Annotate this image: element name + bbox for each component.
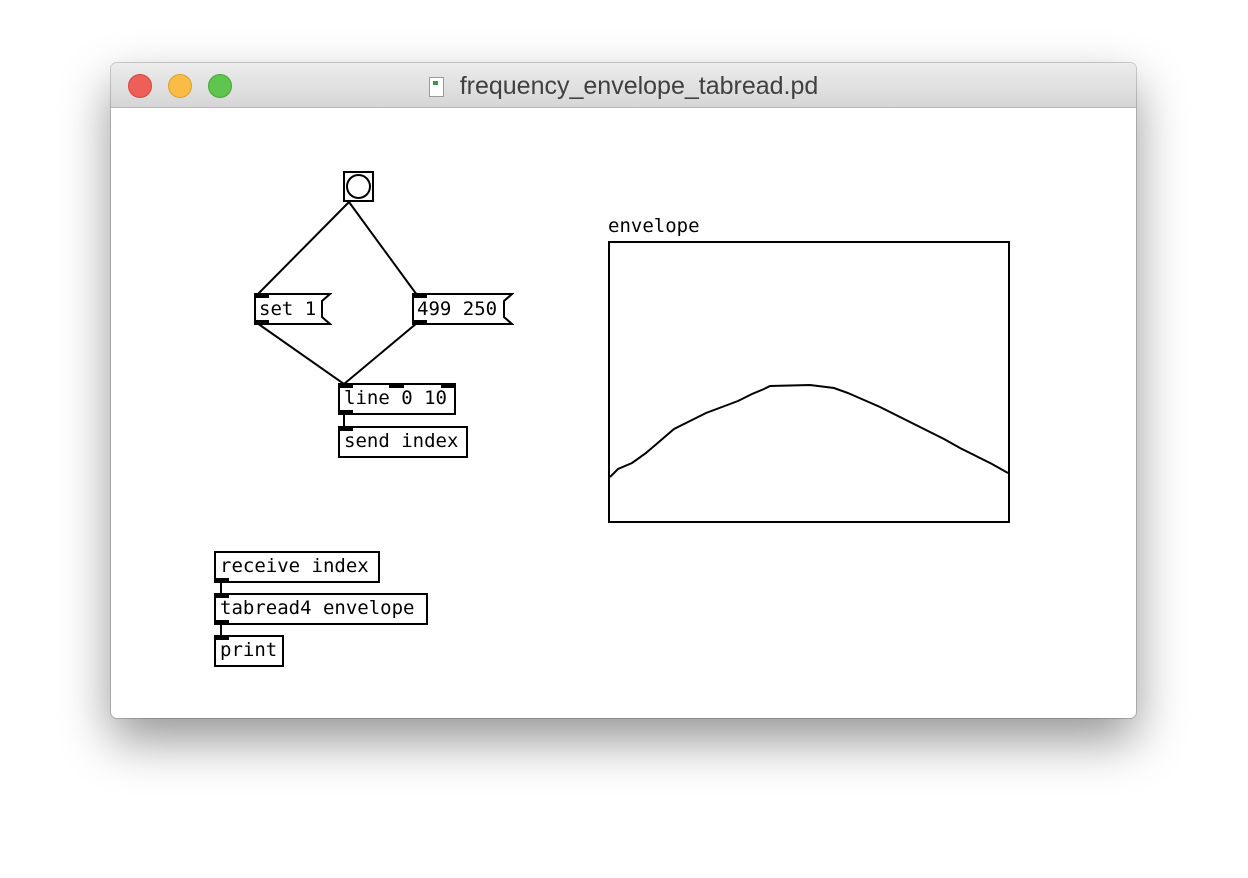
inlet[interactable] — [412, 293, 427, 298]
message-box-set[interactable]: set 1 — [254, 293, 332, 325]
inlet[interactable] — [389, 383, 404, 388]
array-plot — [610, 383, 1008, 478]
inlet[interactable] — [214, 593, 229, 598]
object-send[interactable]: send index — [338, 426, 468, 458]
outlet[interactable] — [214, 620, 229, 625]
outlet[interactable] — [412, 320, 427, 325]
object-tabread[interactable]: tabread4 envelope — [214, 593, 428, 625]
object-receive-text: receive index — [220, 555, 369, 577]
patch-window: frequency_envelope_tabread.pd set 1 499 … — [111, 63, 1136, 718]
array-name: envelope — [608, 215, 700, 237]
object-tabread-text: tabread4 envelope — [220, 597, 415, 619]
message-box-range-text: 499 250 — [417, 298, 498, 320]
inlet[interactable] — [338, 383, 353, 388]
patch-canvas[interactable]: set 1 499 250 line 0 10 send index envel… — [111, 108, 1136, 718]
cord-bang-to-set[interactable] — [256, 201, 350, 296]
inlet[interactable] — [254, 293, 269, 298]
bang-button[interactable] — [343, 171, 374, 202]
outlet[interactable] — [338, 410, 353, 415]
inlet[interactable] — [214, 635, 229, 640]
cord-range-to-line[interactable] — [343, 322, 418, 385]
outlet[interactable] — [214, 578, 229, 583]
window-title-text: frequency_envelope_tabread.pd — [459, 72, 819, 100]
array-graph[interactable] — [608, 241, 1010, 523]
object-print-text: print — [220, 639, 278, 661]
outlet[interactable] — [254, 320, 269, 325]
object-line-text: line 0 10 — [344, 387, 447, 409]
inlet[interactable] — [441, 383, 456, 388]
title-bar[interactable]: frequency_envelope_tabread.pd — [111, 63, 1136, 108]
bang-circle — [346, 174, 371, 199]
object-line[interactable]: line 0 10 — [338, 383, 456, 415]
window-title: frequency_envelope_tabread.pd — [111, 63, 1136, 107]
pd-document-icon — [428, 77, 444, 97]
object-receive[interactable]: receive index — [214, 551, 380, 583]
message-box-range[interactable]: 499 250 — [412, 293, 514, 325]
object-send-text: send index — [344, 430, 459, 452]
object-print[interactable]: print — [214, 635, 284, 667]
cord-set-to-line[interactable] — [256, 322, 345, 385]
cord-bang-to-range[interactable] — [348, 201, 418, 296]
inlet[interactable] — [338, 426, 353, 431]
message-box-set-text: set 1 — [259, 298, 317, 320]
